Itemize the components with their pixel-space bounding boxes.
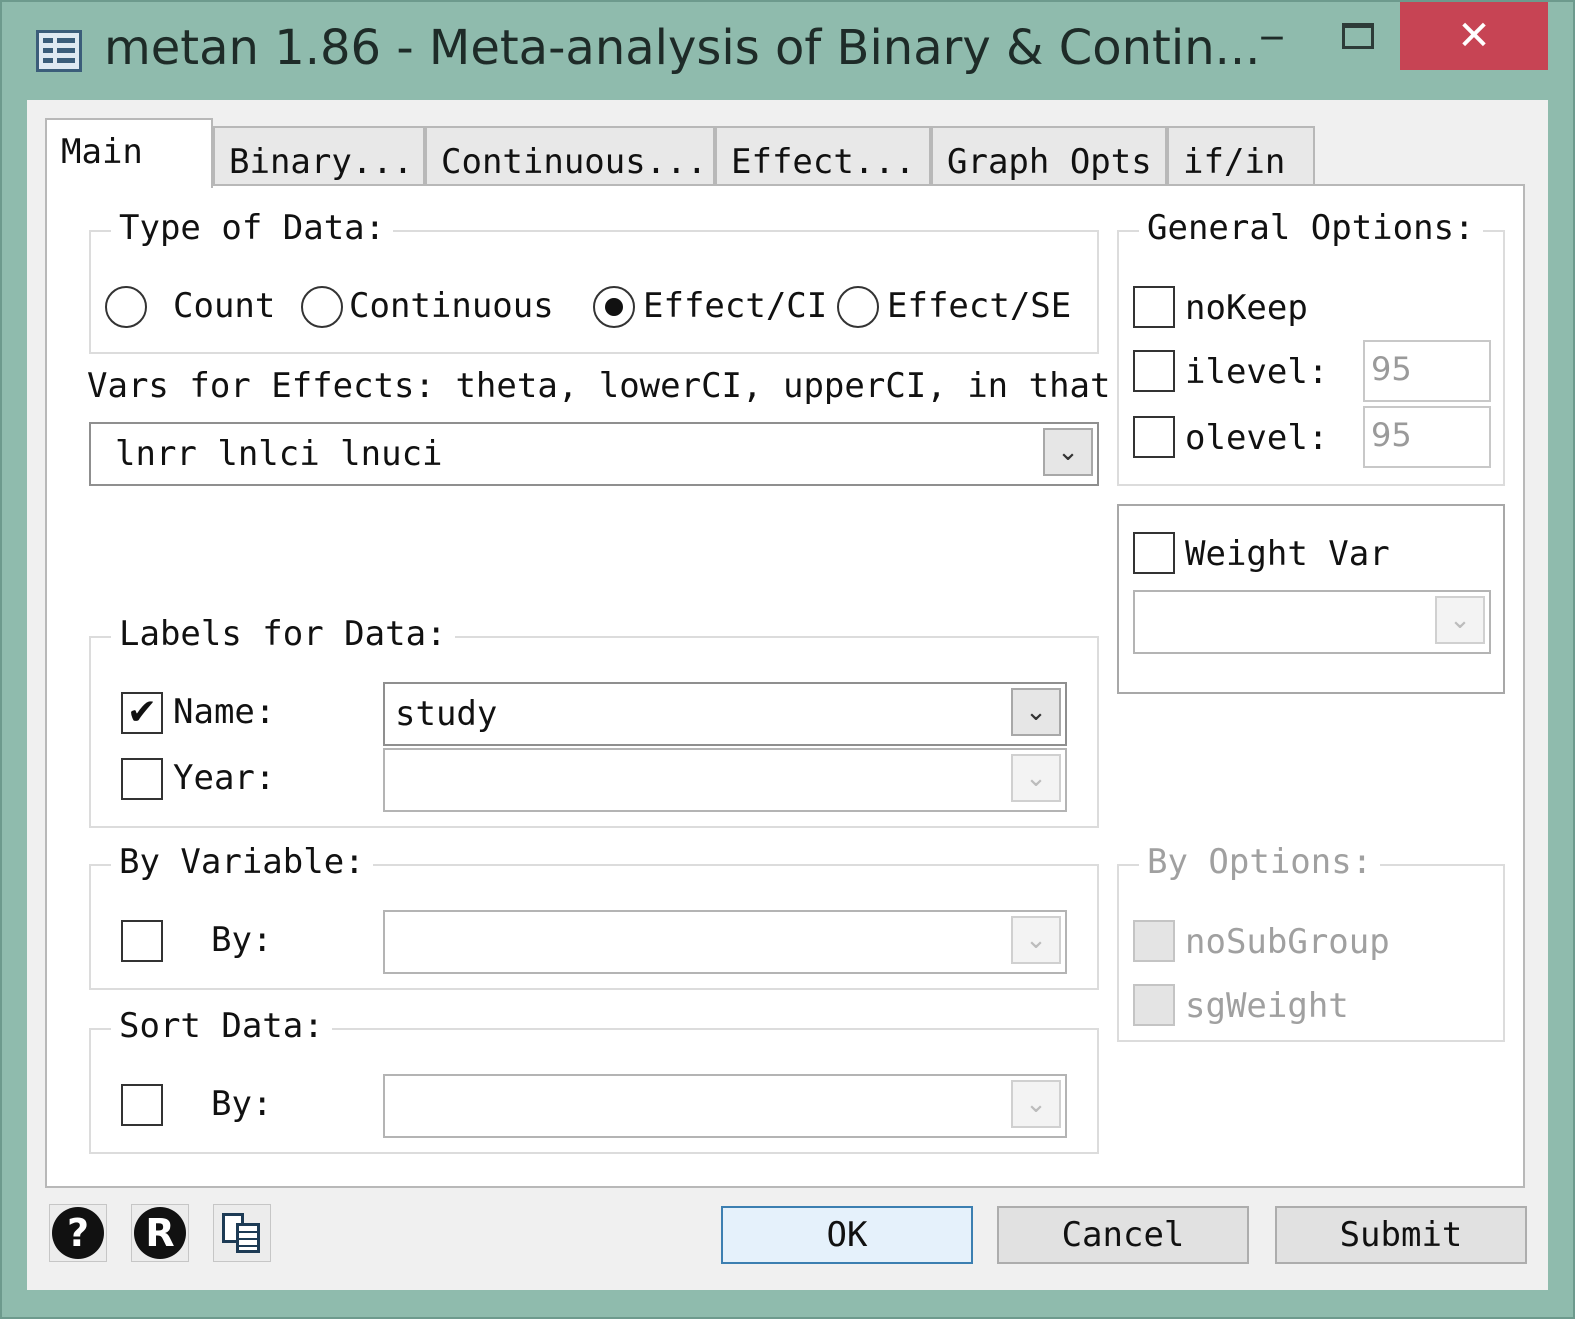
sort-data-group: Sort Data: By: ⌄ xyxy=(89,1006,1099,1154)
effect-se-radio[interactable] xyxy=(837,286,879,328)
olevel-checkbox[interactable] xyxy=(1133,416,1175,458)
by-options-label: By Options: xyxy=(1139,842,1381,882)
sort-data-combo[interactable]: ⌄ xyxy=(383,1074,1067,1138)
dropdown-arrow-icon[interactable]: ⌄ xyxy=(1011,754,1061,802)
dropdown-arrow-icon[interactable]: ⌄ xyxy=(1011,1080,1061,1128)
sgweight-label: sgWeight xyxy=(1185,986,1349,1026)
year-label: Year: xyxy=(173,758,276,798)
ilevel-label[interactable]: ilevel: xyxy=(1185,352,1328,392)
tab-if-in[interactable]: if/in xyxy=(1167,126,1315,186)
help-button[interactable]: ? xyxy=(49,1204,107,1262)
submit-button[interactable]: Submit xyxy=(1275,1206,1527,1264)
reset-button[interactable]: R xyxy=(131,1204,189,1262)
tab-binary[interactable]: Binary... xyxy=(213,126,425,186)
dropdown-arrow-icon[interactable]: ⌄ xyxy=(1435,596,1485,644)
count-label[interactable]: Count xyxy=(173,286,275,326)
tab-main[interactable]: Main xyxy=(45,118,213,188)
tab-graph-opts[interactable]: Graph Opts xyxy=(931,126,1167,186)
weight-var-label[interactable]: Weight Var xyxy=(1185,534,1390,574)
dialog-client-area: Main Binary... Continuous... Effect... G… xyxy=(27,100,1548,1290)
dropdown-arrow-icon[interactable]: ⌄ xyxy=(1043,428,1093,476)
nosubgroup-checkbox[interactable] xyxy=(1133,920,1175,962)
year-combo[interactable]: ⌄ xyxy=(383,748,1067,812)
vars-for-effects-combo[interactable]: lnrr lnlci lnuci ⌄ xyxy=(89,422,1099,486)
nokeep-label[interactable]: noKeep xyxy=(1185,288,1308,328)
minimize-button[interactable]: ‒ xyxy=(1242,2,1302,70)
count-radio[interactable] xyxy=(105,286,147,328)
effect-ci-radio[interactable] xyxy=(593,286,635,328)
year-checkbox[interactable] xyxy=(121,758,163,800)
tab-effect[interactable]: Effect... xyxy=(715,126,931,186)
window-title: metan 1.86 - Meta-analysis of Binary & C… xyxy=(104,20,1261,76)
continuous-radio[interactable] xyxy=(301,286,343,328)
vars-for-effects-description: Vars for Effects: theta, lowerCI, upperC… xyxy=(87,366,1111,406)
by-variable-label: By Variable: xyxy=(111,842,373,882)
by-variable-group: By Variable: By: ⌄ xyxy=(89,842,1099,990)
general-options-group: General Options: noKeep ilevel: 95 oleve… xyxy=(1117,208,1505,486)
maximize-icon xyxy=(1342,23,1374,49)
cancel-button[interactable]: Cancel xyxy=(997,1206,1249,1264)
by-options-group: By Options: noSubGroup sgWeight xyxy=(1117,842,1505,1042)
nosubgroup-label: noSubGroup xyxy=(1185,922,1390,962)
title-bar[interactable]: metan 1.86 - Meta-analysis of Binary & C… xyxy=(2,2,1573,100)
maximize-button[interactable] xyxy=(1328,2,1388,70)
olevel-label[interactable]: olevel: xyxy=(1185,418,1328,458)
vars-for-effects-value: lnrr lnlci lnuci xyxy=(115,434,443,474)
type-of-data-group: Type of Data: Count Continuous Effect/CI… xyxy=(89,208,1099,354)
type-of-data-label: Type of Data: xyxy=(111,208,394,248)
dialog-app-icon[interactable] xyxy=(36,30,82,72)
name-value: study xyxy=(395,694,498,734)
by-variable-by-label: By: xyxy=(211,920,273,960)
ok-button[interactable]: OK xyxy=(721,1206,973,1264)
weight-var-combo[interactable]: ⌄ xyxy=(1133,590,1491,654)
close-button[interactable]: ✕ xyxy=(1400,2,1548,70)
sort-data-label: Sort Data: xyxy=(111,1006,332,1046)
ilevel-checkbox[interactable] xyxy=(1133,350,1175,392)
dropdown-arrow-icon[interactable]: ⌄ xyxy=(1011,688,1061,736)
by-variable-checkbox[interactable] xyxy=(121,920,163,962)
labels-for-data-group: Labels for Data: ✔ Name: study ⌄ Year: ⌄ xyxy=(89,614,1099,828)
copy-command-icon xyxy=(220,1211,264,1255)
effect-se-label[interactable]: Effect/SE xyxy=(887,286,1071,326)
continuous-label[interactable]: Continuous xyxy=(349,286,554,326)
copy-command-button[interactable] xyxy=(213,1204,271,1262)
dropdown-arrow-icon[interactable]: ⌄ xyxy=(1011,916,1061,964)
name-combo[interactable]: study ⌄ xyxy=(383,682,1067,746)
general-options-label: General Options: xyxy=(1139,208,1483,248)
weight-var-group: Weight Var ⌄ xyxy=(1117,504,1505,694)
help-icon: ? xyxy=(52,1207,104,1259)
effect-ci-label[interactable]: Effect/CI xyxy=(643,286,827,326)
name-checkbox[interactable]: ✔ xyxy=(121,692,163,734)
name-label: Name: xyxy=(173,692,276,732)
reset-icon: R xyxy=(134,1207,186,1259)
sgweight-checkbox[interactable] xyxy=(1133,984,1175,1026)
dialog-window: metan 1.86 - Meta-analysis of Binary & C… xyxy=(0,0,1575,1319)
tab-continuous[interactable]: Continuous... xyxy=(425,126,715,186)
by-variable-combo[interactable]: ⌄ xyxy=(383,910,1067,974)
labels-for-data-label: Labels for Data: xyxy=(111,614,455,654)
nokeep-checkbox[interactable] xyxy=(1133,286,1175,328)
weight-var-checkbox[interactable] xyxy=(1133,532,1175,574)
sort-data-by-label: By: xyxy=(211,1084,273,1124)
ilevel-input[interactable]: 95 xyxy=(1363,340,1491,402)
olevel-input[interactable]: 95 xyxy=(1363,406,1491,468)
main-tab-panel: Type of Data: Count Continuous Effect/CI… xyxy=(45,184,1525,1188)
sort-data-checkbox[interactable] xyxy=(121,1084,163,1126)
